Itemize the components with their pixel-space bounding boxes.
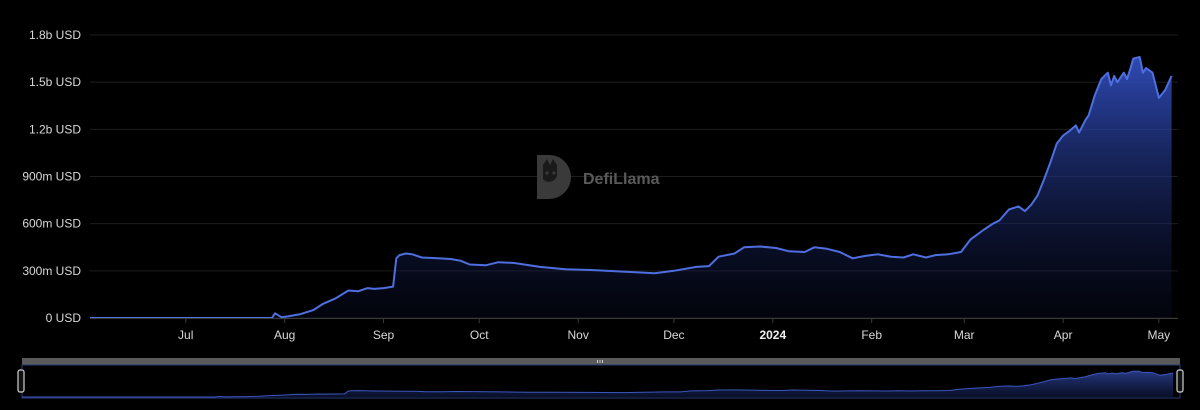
x-tick-label: Mar xyxy=(954,328,975,342)
y-axis: 0 USD 300m USD 600m USD 900m USD 1.2b USD 1.5… xyxy=(22,28,81,325)
range-brush[interactable] xyxy=(17,358,1184,399)
y-tick-label: 300m USD xyxy=(22,264,81,278)
y-tick-label: 1.5b USD xyxy=(29,75,81,89)
chart-svg: 0 USD 300m USD 600m USD 900m USD 1.2b USD 1.5… xyxy=(17,28,1184,399)
watermark: DefiLlama xyxy=(537,155,660,199)
x-tick-label: Sep xyxy=(373,328,395,342)
y-tick-label: 1.8b USD xyxy=(29,28,81,42)
x-tick-label: Nov xyxy=(567,328,588,342)
x-axis: Jul Aug Sep Oct Nov Dec 2024 Feb Mar Apr May xyxy=(90,318,1178,342)
y-tick-label: 1.2b USD xyxy=(29,122,81,136)
x-tick-label: Apr xyxy=(1054,328,1073,342)
x-tick-label: Aug xyxy=(274,328,295,342)
x-tick-label: May xyxy=(1148,328,1171,342)
brush-right-handle[interactable] xyxy=(1176,369,1184,393)
mini-area-fill xyxy=(22,371,1174,397)
y-tick-label: 900m USD xyxy=(22,170,81,184)
x-tick-label: Oct xyxy=(470,328,489,342)
brush-handle-bar[interactable] xyxy=(22,358,1180,365)
x-tick-label: 2024 xyxy=(759,328,786,342)
x-tick-label: Jul xyxy=(178,328,193,342)
x-tick-label: Dec xyxy=(663,328,684,342)
watermark-text: DefiLlama xyxy=(583,171,660,188)
mini-preview xyxy=(22,370,1174,398)
brush-left-handle[interactable] xyxy=(17,369,25,393)
tvl-chart: 0 USD 300m USD 600m USD 900m USD 1.2b USD 1.5… xyxy=(0,0,1200,410)
x-tick-label: Feb xyxy=(861,328,882,342)
defillama-logo-icon xyxy=(537,155,571,199)
y-tick-label: 0 USD xyxy=(46,311,82,325)
brush-grip-icon xyxy=(597,360,603,363)
y-tick-label: 600m USD xyxy=(22,217,81,231)
